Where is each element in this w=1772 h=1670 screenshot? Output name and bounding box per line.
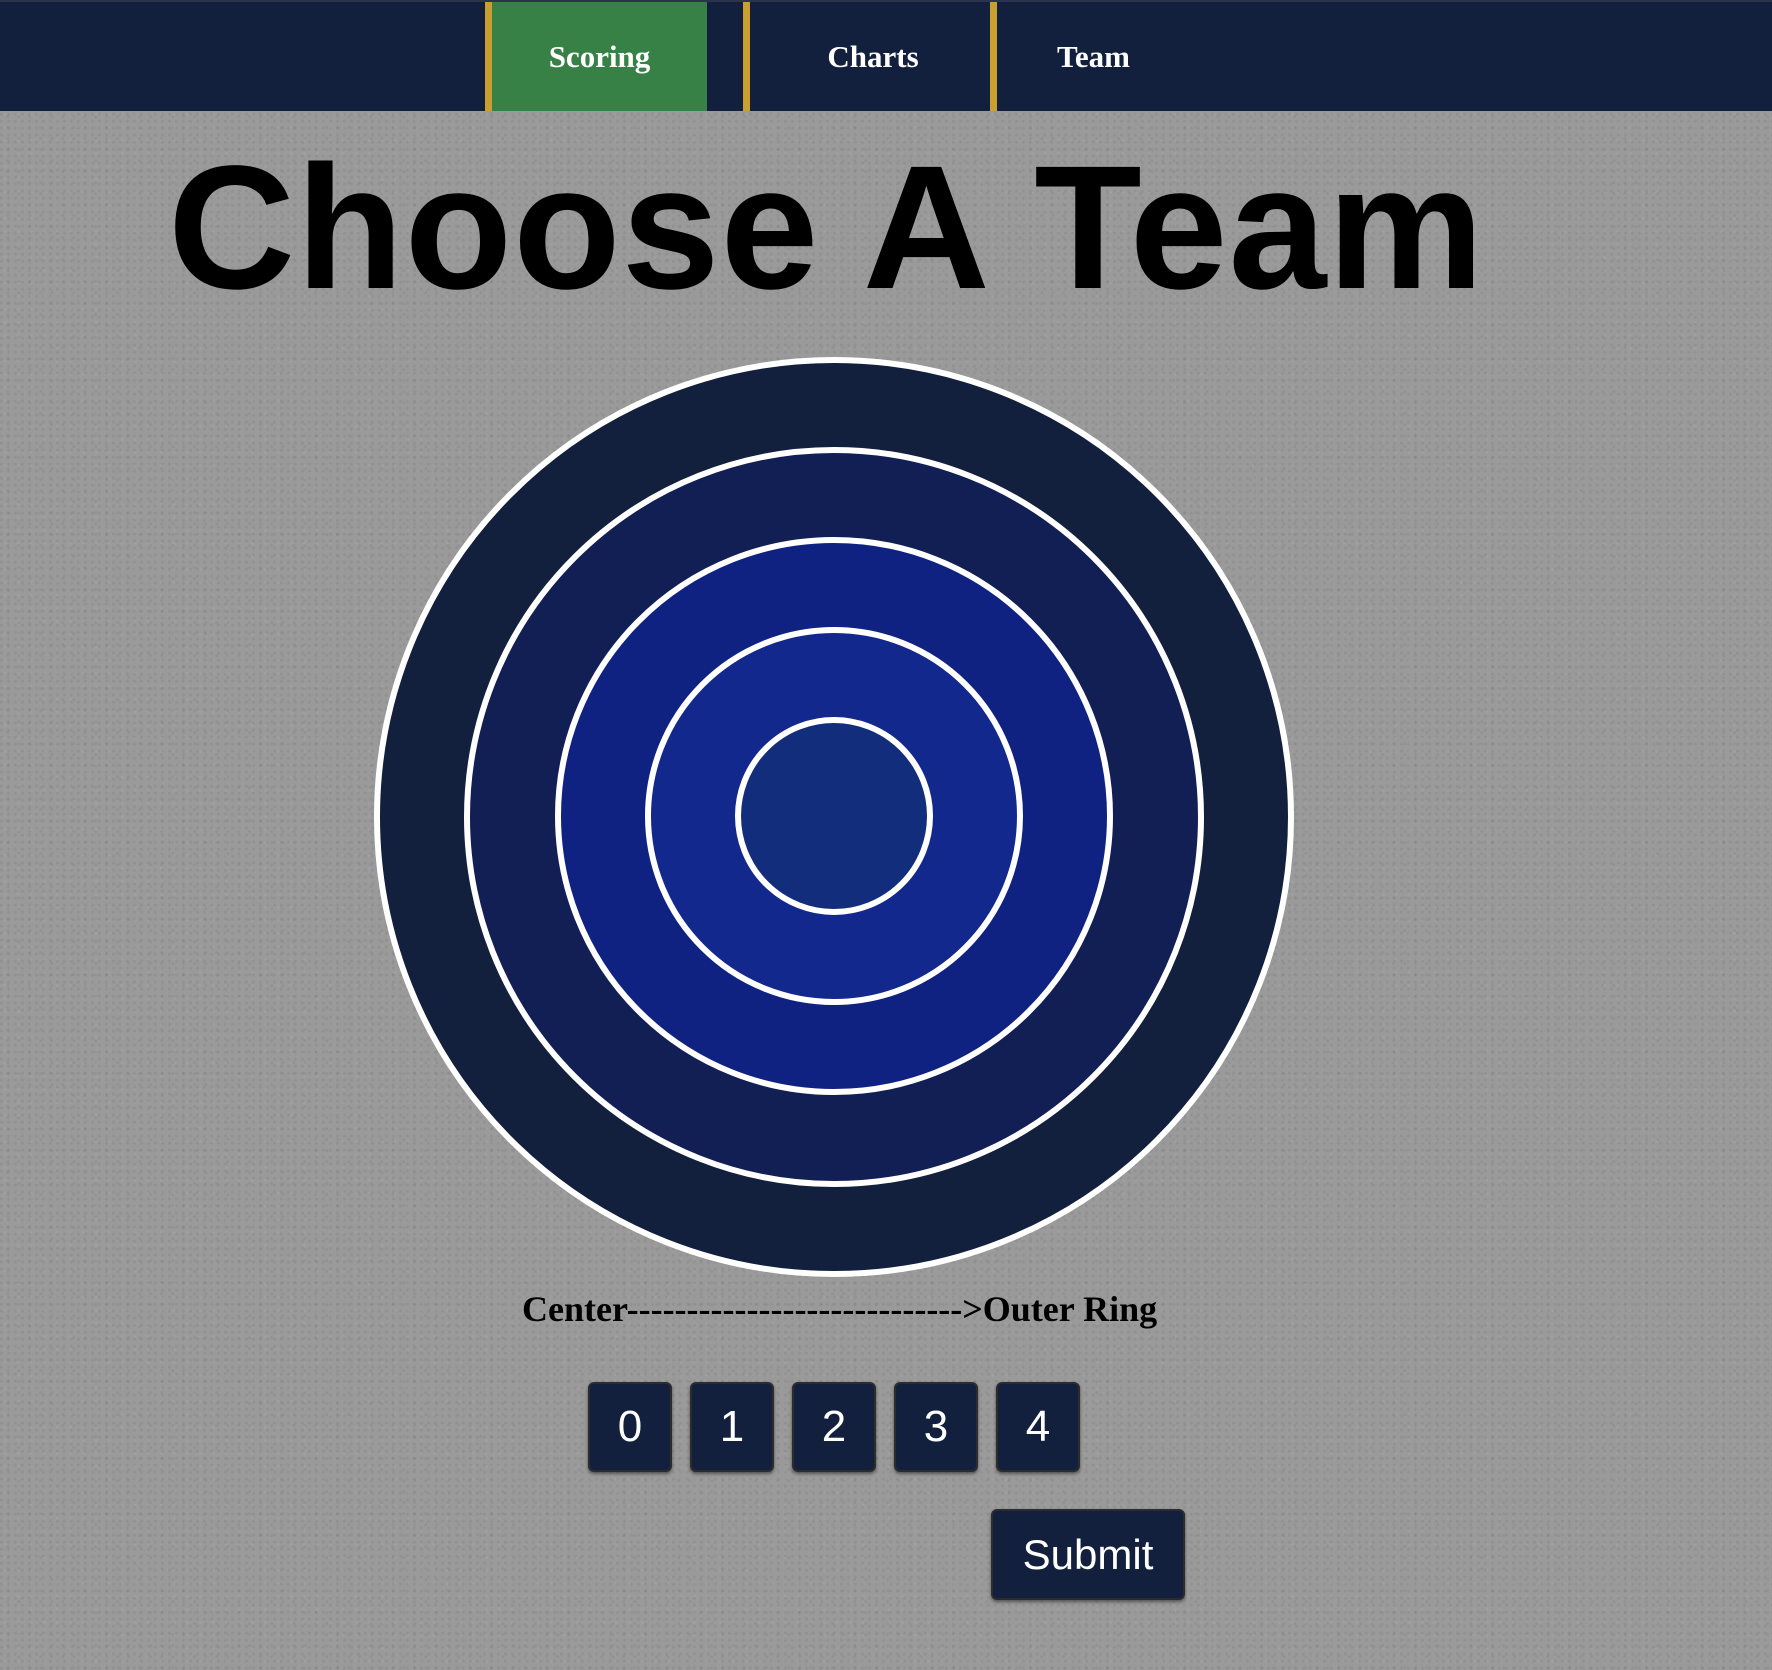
page-title: Choose A Team xyxy=(168,130,1485,326)
target-center[interactable] xyxy=(735,717,933,915)
scale-label: Center---------------------------->Outer… xyxy=(522,1289,1158,1329)
score-button-3[interactable]: 3 xyxy=(894,1382,978,1472)
tab-charts[interactable]: Charts xyxy=(743,2,996,111)
tab-scoring[interactable]: Scoring xyxy=(485,2,707,111)
score-button-1[interactable]: 1 xyxy=(690,1382,774,1472)
submit-button[interactable]: Submit xyxy=(991,1509,1185,1600)
score-button-2[interactable]: 2 xyxy=(792,1382,876,1472)
tab-team[interactable]: Team xyxy=(990,2,1190,111)
top-nav-bar: Scoring Charts Team xyxy=(0,0,1772,111)
score-button-4[interactable]: 4 xyxy=(996,1382,1080,1472)
score-button-0[interactable]: 0 xyxy=(588,1382,672,1472)
